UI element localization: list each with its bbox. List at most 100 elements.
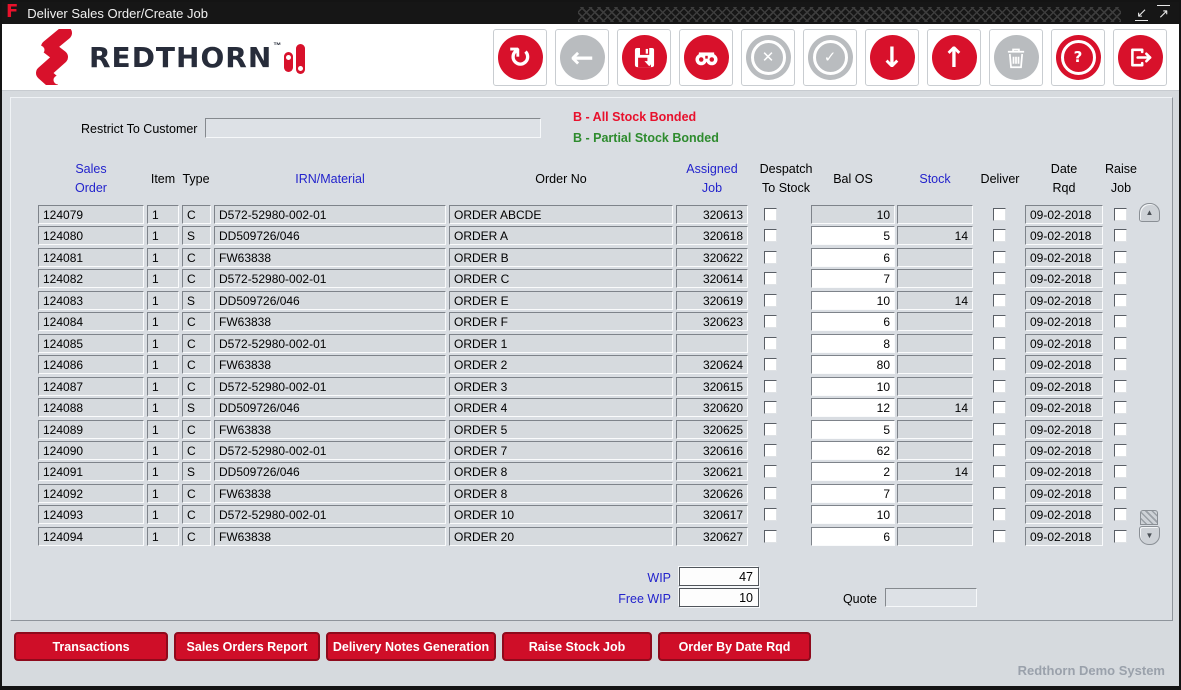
raise-job-checkbox[interactable] — [1114, 229, 1127, 242]
raise-job-checkbox[interactable] — [1114, 423, 1127, 436]
deliver-checkbox[interactable] — [993, 530, 1006, 543]
despatch-to-stock-checkbox[interactable] — [764, 294, 777, 307]
exit-button[interactable] — [1113, 29, 1167, 86]
sales-orders-report-button[interactable]: Sales Orders Report — [174, 632, 320, 661]
raise-job-checkbox[interactable] — [1114, 208, 1127, 221]
despatch-to-stock-checkbox[interactable] — [764, 251, 777, 264]
cell-bal-os[interactable]: 80 — [811, 355, 895, 374]
despatch-to-stock-checkbox[interactable] — [764, 444, 777, 457]
despatch-to-stock-checkbox[interactable] — [764, 229, 777, 242]
cell-order-no: ORDER 8 — [449, 484, 673, 503]
maximize-icon[interactable]: ↗ — [1157, 5, 1170, 21]
despatch-to-stock-checkbox[interactable] — [764, 465, 777, 478]
move-down-button[interactable]: ↓ — [865, 29, 919, 86]
header-assigned-job[interactable]: Assigned Job — [676, 158, 748, 200]
cell-bal-os[interactable]: 5 — [811, 420, 895, 439]
header-stock[interactable]: Stock — [897, 158, 973, 200]
cell-bal-os[interactable]: 62 — [811, 441, 895, 460]
back-icon: ← — [560, 35, 605, 80]
deliver-checkbox[interactable] — [993, 423, 1006, 436]
restrict-to-customer-input[interactable] — [205, 118, 541, 138]
raise-job-checkbox[interactable] — [1114, 251, 1127, 264]
deliver-checkbox[interactable] — [993, 487, 1006, 500]
cell-item: 1 — [147, 462, 179, 481]
cell-bal-os[interactable]: 5 — [811, 226, 895, 245]
transactions-button[interactable]: Transactions — [14, 632, 168, 661]
deliver-checkbox[interactable] — [993, 272, 1006, 285]
raise-job-checkbox[interactable] — [1114, 444, 1127, 457]
despatch-to-stock-checkbox[interactable] — [764, 380, 777, 393]
cell-bal-os[interactable]: 12 — [811, 398, 895, 417]
despatch-to-stock-checkbox[interactable] — [764, 401, 777, 414]
cell-item: 1 — [147, 355, 179, 374]
refresh-button[interactable]: ↻ — [493, 29, 547, 86]
cell-bal-os[interactable]: 7 — [811, 484, 895, 503]
deliver-checkbox[interactable] — [993, 358, 1006, 371]
scroll-down-button[interactable]: ▼ — [1139, 526, 1160, 545]
despatch-to-stock-checkbox[interactable] — [764, 358, 777, 371]
header-sales-order[interactable]: Sales Order — [38, 158, 144, 200]
cell-bal-os[interactable]: 10 — [811, 291, 895, 310]
despatch-to-stock-checkbox[interactable] — [764, 337, 777, 350]
deliver-checkbox[interactable] — [993, 337, 1006, 350]
find-button[interactable] — [679, 29, 733, 86]
scroll-up-button[interactable]: ▲ — [1139, 203, 1160, 222]
raise-job-checkbox[interactable] — [1114, 508, 1127, 521]
deliver-checkbox[interactable] — [993, 380, 1006, 393]
raise-job-checkbox[interactable] — [1114, 358, 1127, 371]
despatch-to-stock-checkbox[interactable] — [764, 423, 777, 436]
cell-item: 1 — [147, 441, 179, 460]
despatch-to-stock-checkbox[interactable] — [764, 208, 777, 221]
cell-bal-os[interactable]: 6 — [811, 312, 895, 331]
help-button[interactable]: ? — [1051, 29, 1105, 86]
deliver-checkbox[interactable] — [993, 465, 1006, 478]
raise-job-checkbox[interactable] — [1114, 380, 1127, 393]
move-up-button[interactable]: ↑ — [927, 29, 981, 86]
raise-job-checkbox[interactable] — [1114, 465, 1127, 478]
deliver-checkbox[interactable] — [993, 444, 1006, 457]
cell-stock — [897, 441, 973, 460]
cell-bal-os[interactable]: 10 — [811, 377, 895, 396]
cell-bal-os[interactable]: 7 — [811, 269, 895, 288]
deliver-checkbox[interactable] — [993, 229, 1006, 242]
deliver-checkbox[interactable] — [993, 294, 1006, 307]
deliver-checkbox[interactable] — [993, 508, 1006, 521]
title-bar: F Deliver Sales Order/Create Job ↙ ↗ — [2, 2, 1179, 24]
cell-sales-order: 124088 — [38, 398, 144, 417]
cell-type: C — [182, 205, 211, 224]
deliver-checkbox[interactable] — [993, 315, 1006, 328]
deliver-checkbox[interactable] — [993, 251, 1006, 264]
raise-job-checkbox[interactable] — [1114, 294, 1127, 307]
despatch-to-stock-checkbox[interactable] — [764, 315, 777, 328]
despatch-to-stock-checkbox[interactable] — [764, 487, 777, 500]
quote-input[interactable] — [885, 588, 977, 607]
cell-stock — [897, 484, 973, 503]
cell-item: 1 — [147, 398, 179, 417]
cell-stock — [897, 420, 973, 439]
delivery-notes-generation-button[interactable]: Delivery Notes Generation — [326, 632, 496, 661]
cell-type: C — [182, 248, 211, 267]
cell-bal-os[interactable]: 6 — [811, 248, 895, 267]
scroll-grip[interactable] — [1140, 510, 1158, 525]
restore-down-icon[interactable]: ↙ — [1135, 5, 1148, 21]
despatch-to-stock-checkbox[interactable] — [764, 272, 777, 285]
despatch-to-stock-checkbox[interactable] — [764, 508, 777, 521]
cell-bal-os[interactable]: 10 — [811, 505, 895, 524]
raise-job-checkbox[interactable] — [1114, 487, 1127, 500]
raise-job-checkbox[interactable] — [1114, 530, 1127, 543]
cell-bal-os[interactable]: 2 — [811, 462, 895, 481]
cell-bal-os[interactable]: 8 — [811, 334, 895, 353]
save-button[interactable] — [617, 29, 671, 86]
order-by-date-rqd-button[interactable]: Order By Date Rqd — [658, 632, 811, 661]
despatch-to-stock-checkbox[interactable] — [764, 530, 777, 543]
deliver-checkbox[interactable] — [993, 401, 1006, 414]
raise-job-checkbox[interactable] — [1114, 337, 1127, 350]
cell-stock: 14 — [897, 398, 973, 417]
raise-job-checkbox[interactable] — [1114, 315, 1127, 328]
raise-stock-job-button[interactable]: Raise Stock Job — [502, 632, 652, 661]
header-irn[interactable]: IRN/Material — [214, 158, 446, 200]
raise-job-checkbox[interactable] — [1114, 401, 1127, 414]
raise-job-checkbox[interactable] — [1114, 272, 1127, 285]
cell-bal-os[interactable]: 6 — [811, 527, 895, 546]
deliver-checkbox[interactable] — [993, 208, 1006, 221]
